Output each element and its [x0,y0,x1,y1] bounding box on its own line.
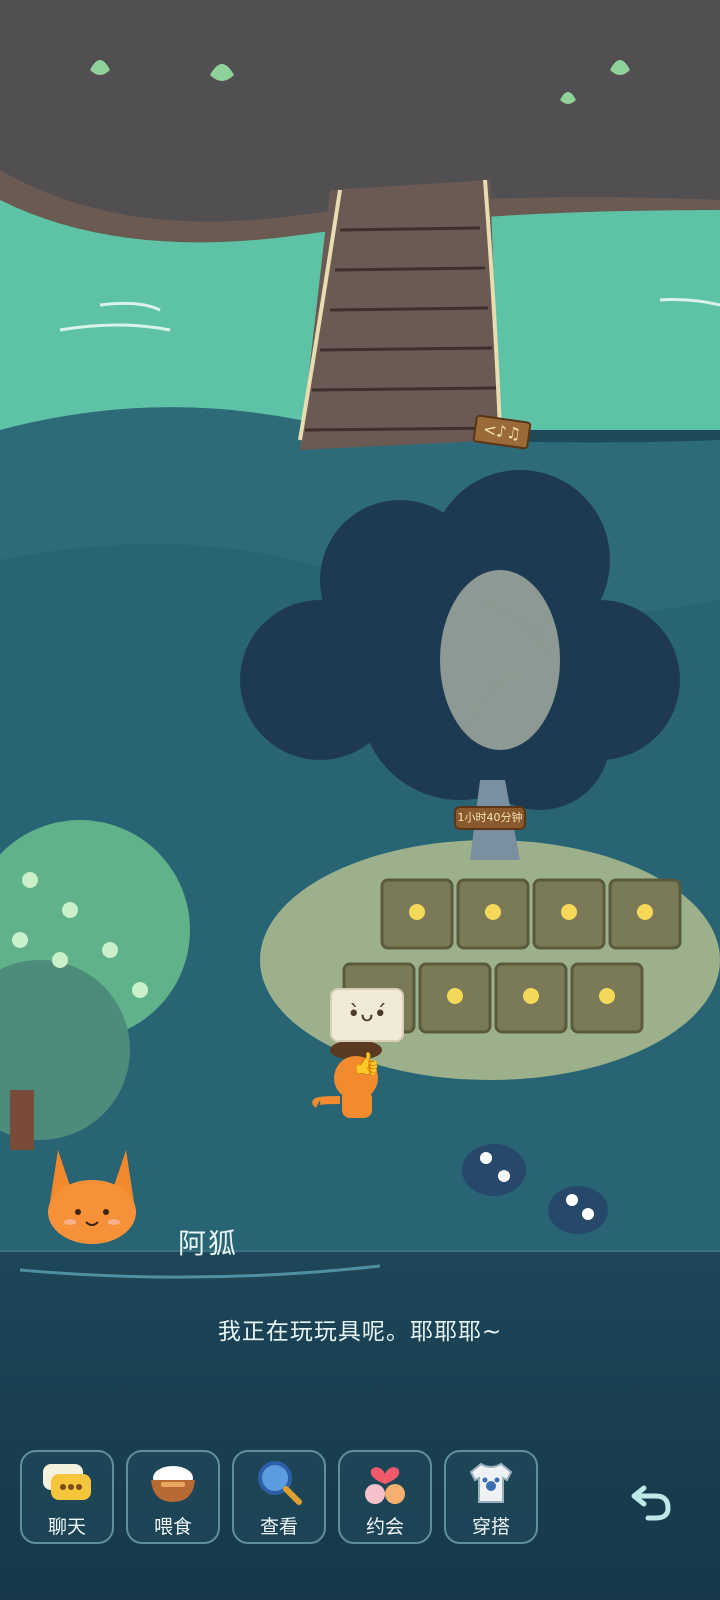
action-bar: 聊天 喂食 查看 约会 穿搭 [20,1450,538,1544]
fox-portrait-avatar [48,1150,136,1244]
dialogue-panel [0,1250,720,1600]
speaker-name: 阿狐 [178,1227,239,1260]
date-label: 约会 [365,1516,404,1538]
undo-arrow-icon[interactable] [630,1478,674,1522]
inspect-label: 查看 [259,1516,298,1538]
outfit-label: 穿搭 [471,1516,510,1538]
chat-bubble-icon [43,1464,91,1500]
harvest-timer-sign[interactable]: 1小时40分钟 [454,806,526,830]
date-button[interactable]: 约会 [338,1450,432,1544]
date-heart-icon [365,1467,405,1504]
chat-label: 聊天 [47,1516,86,1538]
rice-bowl-icon [151,1466,195,1502]
inspect-button[interactable]: 查看 [232,1450,326,1544]
magnifier-icon [258,1461,302,1505]
chat-button[interactable]: 聊天 [20,1450,114,1544]
outfit-button[interactable]: 穿搭 [444,1450,538,1544]
feed-label: 喂食 [153,1516,192,1538]
dialogue-text[interactable]: 我正在玩玩具呢。耶耶耶~ [0,1312,720,1346]
shirt-icon [469,1462,513,1503]
emote-speech-bubble: •̀ᴗ•́ 👍 [330,988,404,1077]
name-underline-decoration [20,1264,380,1279]
feed-button[interactable]: 喂食 [126,1450,220,1544]
